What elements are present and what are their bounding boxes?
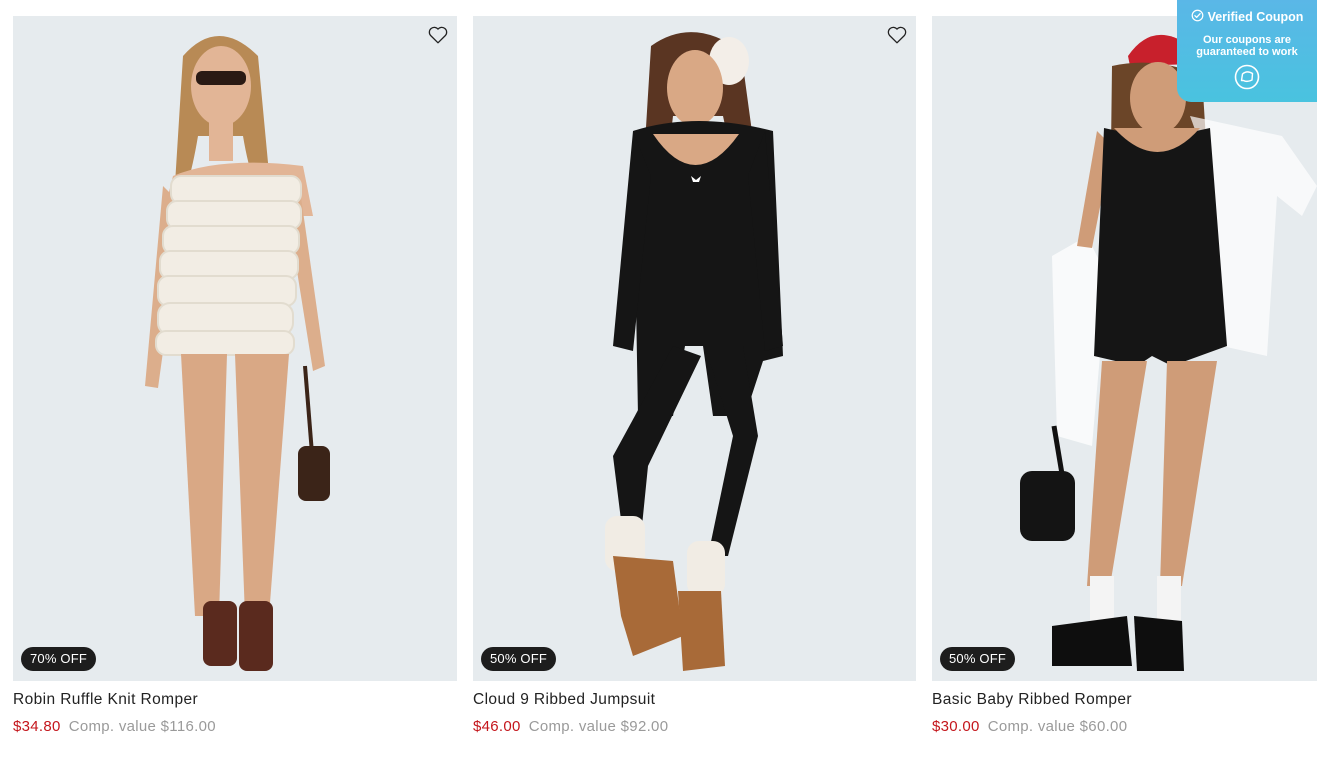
chat-bubble-icon[interactable]: [1234, 64, 1260, 90]
model-photo: [932, 16, 1317, 681]
sale-price: $34.80: [13, 718, 61, 735]
model-photo: [473, 16, 916, 681]
model-photo: [13, 16, 457, 681]
sale-price: $30.00: [932, 718, 980, 735]
product-title[interactable]: Basic Baby Ribbed Romper: [932, 691, 1317, 709]
check-circle-icon: [1191, 9, 1204, 25]
coupon-header: Verified Coupon: [1177, 9, 1317, 25]
comp-value: Comp. value $92.00: [528, 718, 669, 735]
coupon-title: Verified Coupon: [1207, 10, 1304, 24]
product-card[interactable]: 50% OFF Basic Baby Ribbed Romper $30.00 C…: [932, 16, 1317, 736]
product-card[interactable]: 50% OFF Cloud 9 Ribbed Jumpsuit $46.00 Co…: [473, 16, 916, 736]
product-image[interactable]: 50% OFF: [932, 16, 1317, 681]
product-image[interactable]: 70% OFF: [13, 16, 457, 681]
product-title[interactable]: Cloud 9 Ribbed Jumpsuit: [473, 691, 916, 709]
product-card[interactable]: 70% OFF Robin Ruffle Knit Romper $34.80 C…: [13, 16, 457, 736]
heart-icon[interactable]: [427, 24, 449, 46]
verified-coupon-widget[interactable]: Verified Coupon Our coupons are guarante…: [1177, 0, 1317, 102]
heart-icon[interactable]: [886, 24, 908, 46]
discount-badge: 70% OFF: [21, 647, 97, 671]
product-image[interactable]: 50% OFF: [473, 16, 916, 681]
product-title[interactable]: Robin Ruffle Knit Romper: [13, 691, 457, 709]
comp-value: Comp. value $116.00: [68, 718, 216, 735]
price-row: $46.00 Comp. value $92.00: [473, 718, 916, 736]
price-row: $30.00 Comp. value $60.00: [932, 718, 1317, 736]
discount-badge: 50% OFF: [481, 647, 557, 671]
product-grid: 70% OFF Robin Ruffle Knit Romper $34.80 C…: [0, 0, 1317, 768]
coupon-subtitle: Our coupons are guaranteed to work: [1196, 34, 1298, 58]
comp-value: Comp. value $60.00: [987, 718, 1128, 735]
price-row: $34.80 Comp. value $116.00: [13, 718, 457, 736]
sale-price: $46.00: [473, 718, 521, 735]
discount-badge: 50% OFF: [940, 647, 1016, 671]
